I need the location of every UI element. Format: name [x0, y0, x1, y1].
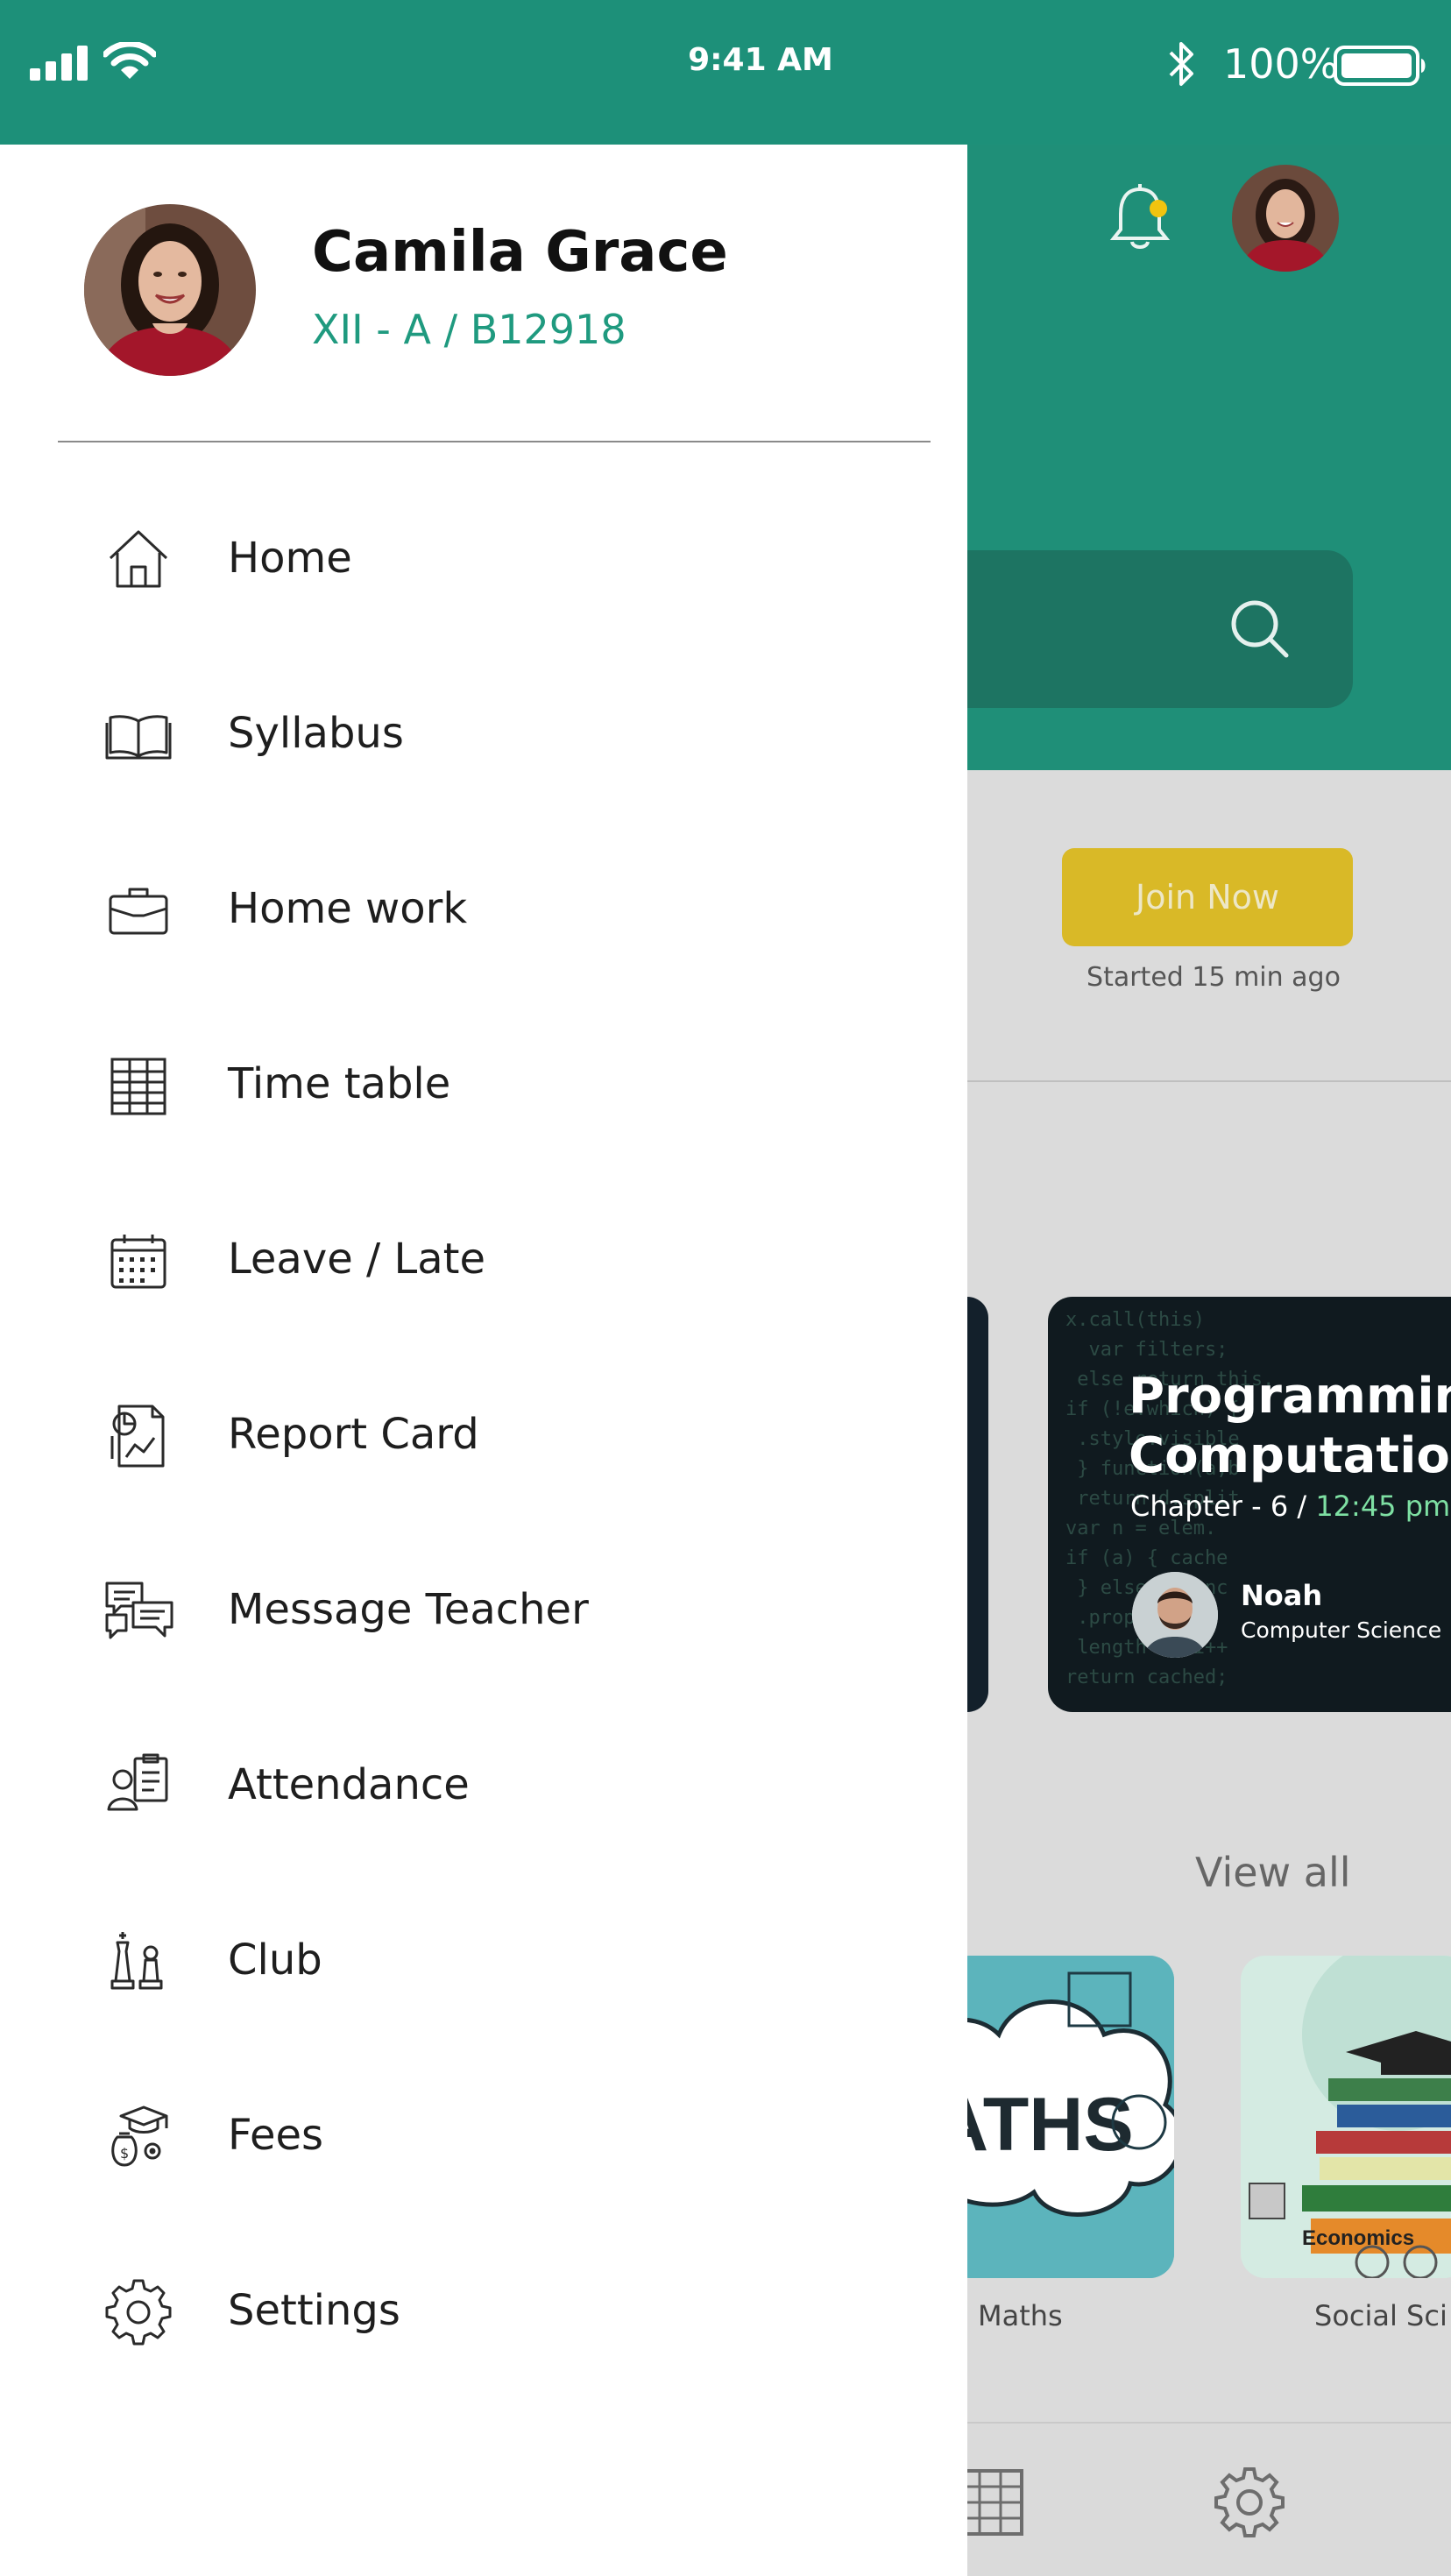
table-grid-icon: [103, 1051, 173, 1121]
class-card-programming[interactable]: x.call(this) var filters; else return th…: [1048, 1297, 1451, 1712]
profile-avatar[interactable]: [84, 204, 256, 376]
home-icon: [103, 525, 173, 595]
book-icon: [103, 700, 173, 770]
menu-item-timetable[interactable]: Time table: [0, 1019, 967, 1159]
gear-icon: [103, 2277, 173, 2347]
profile-divider: [58, 441, 931, 442]
menu-item-label: Club: [228, 1936, 322, 1985]
class-card-title: Programmin Computation: [1129, 1368, 1451, 1484]
menu-item-attendance[interactable]: Attendance: [0, 1720, 967, 1860]
status-bar: 9:41 AM 100%: [0, 0, 1451, 145]
menu-item-label: Attendance: [228, 1760, 470, 1809]
briefcase-icon: [103, 875, 173, 945]
subject-card-maths[interactable]: ATHS: [946, 1956, 1174, 2278]
view-all-link[interactable]: View all: [1195, 1849, 1351, 1896]
profile-class-id: XII - A / B12918: [312, 306, 626, 353]
class-card-time: 12:45 pm: [1315, 1490, 1451, 1523]
subject-card-social-science[interactable]: Economics: [1241, 1956, 1451, 2278]
header-avatar[interactable]: [1232, 165, 1339, 272]
search-icon[interactable]: [1227, 596, 1293, 662]
class-card-chapter: Chapter - 6: [1130, 1490, 1289, 1523]
menu-item-label: Settings: [228, 2286, 400, 2335]
class-started-text: Started 15 min ago: [1086, 962, 1341, 993]
class-card-meta: Chapter - 6 / 12:45 pm: [1130, 1490, 1450, 1523]
menu-item-label: Leave / Late: [228, 1235, 485, 1284]
svg-text:Economics: Economics: [1302, 2226, 1414, 2250]
notification-bell-icon[interactable]: [1106, 180, 1174, 256]
menu-item-home[interactable]: Home: [0, 493, 967, 633]
menu-item-label: Message Teacher: [228, 1585, 589, 1634]
subject-label-social-science: Social Sci: [1314, 2299, 1447, 2332]
notification-dot: [1150, 200, 1167, 217]
menu-item-syllabus[interactable]: Syllabus: [0, 669, 967, 809]
nav-settings-icon[interactable]: [1211, 2464, 1288, 2541]
subject-label-maths: Maths: [978, 2299, 1063, 2332]
menu-item-label: Home work: [228, 884, 468, 933]
svg-text:$: $: [120, 2145, 129, 2162]
section-divider: [964, 1080, 1451, 1082]
menu-item-label: Time table: [228, 1059, 451, 1108]
battery-percentage: 100%: [1223, 40, 1339, 88]
menu-item-label: Report Card: [228, 1410, 479, 1459]
join-now-button[interactable]: Join Now: [1062, 848, 1353, 946]
chat-bubbles-icon: [103, 1576, 173, 1646]
menu-item-settings[interactable]: Settings: [0, 2246, 967, 2386]
teacher-name: Noah: [1241, 1579, 1323, 1612]
menu-item-leave-late[interactable]: Leave / Late: [0, 1194, 967, 1334]
menu-item-label: Syllabus: [228, 709, 404, 758]
bluetooth-icon: [1167, 40, 1197, 88]
profile-name: Camila Grace: [312, 220, 728, 285]
attendance-icon: [103, 1752, 173, 1822]
calendar-icon: [103, 1226, 173, 1296]
menu-item-club[interactable]: Club: [0, 1895, 967, 2035]
navigation-drawer: Camila Grace XII - A / B12918 Home Sylla…: [0, 145, 967, 2576]
svg-text:ATHS: ATHS: [946, 2083, 1134, 2167]
report-card-icon: [103, 1401, 173, 1471]
teacher-subject: Computer Science: [1241, 1617, 1442, 1643]
menu-item-homework[interactable]: Home work: [0, 844, 967, 984]
menu-item-label: Fees: [228, 2111, 324, 2160]
menu-item-message-teacher[interactable]: Message Teacher: [0, 1545, 967, 1685]
fees-icon: $: [103, 2102, 173, 2172]
menu-item-label: Home: [228, 534, 352, 583]
menu-item-report-card[interactable]: Report Card: [0, 1369, 967, 1510]
teacher-avatar: [1132, 1572, 1218, 1658]
menu-item-fees[interactable]: $ Fees: [0, 2070, 967, 2211]
battery-icon: [1334, 46, 1428, 86]
chess-icon: [103, 1927, 173, 1997]
class-card-separator: /: [1297, 1490, 1307, 1523]
